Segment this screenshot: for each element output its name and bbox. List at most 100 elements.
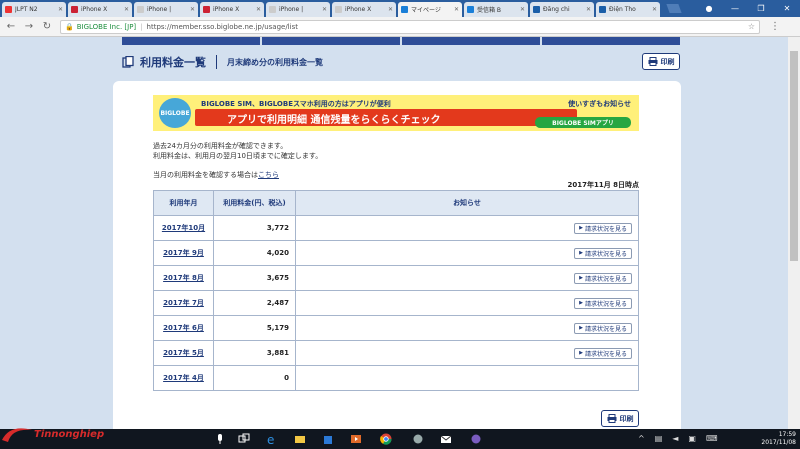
language-icon[interactable]: ▣ bbox=[688, 434, 696, 443]
tab-close-icon[interactable]: ✕ bbox=[652, 6, 657, 13]
print-label: 印刷 bbox=[619, 414, 634, 423]
banner-main-text: アプリで利用明細 通信残量をらくらくチェック bbox=[227, 115, 441, 126]
tab-close-icon[interactable]: ✕ bbox=[322, 6, 327, 13]
tab-favicon-icon bbox=[269, 6, 276, 13]
browser-tab[interactable]: Điện Tho ✕ bbox=[596, 2, 660, 17]
scrollbar-thumb[interactable] bbox=[790, 51, 798, 261]
month-link[interactable]: 2017年10月 bbox=[162, 224, 205, 232]
billing-status-label: 請求状況を見る bbox=[584, 325, 627, 333]
browser-tab[interactable]: Đăng chi ✕ bbox=[530, 2, 594, 17]
site-identity: BIGLOBE Inc. [JP] bbox=[76, 22, 137, 31]
tab-label: マイページ bbox=[411, 7, 441, 14]
month-link[interactable]: 2017年 4月 bbox=[163, 374, 204, 382]
biglobe-logo: BIGLOBE bbox=[159, 98, 191, 128]
amount-cell: 5,179 bbox=[213, 315, 296, 341]
edge-icon[interactable]: e bbox=[266, 433, 278, 445]
site-nav-item[interactable] bbox=[122, 37, 262, 45]
browser-tab-strip: ● — ❐ ✕ JLPT N2 ✕ iPhone X ✕ iPhone | ✕ iPhone… bbox=[0, 0, 800, 17]
browser-tab[interactable]: 受信箱 B ✕ bbox=[464, 2, 528, 17]
store-icon[interactable] bbox=[322, 433, 334, 445]
tab-close-icon[interactable]: ✕ bbox=[388, 6, 393, 13]
billing-status-button[interactable]: ▶ 請求状況を見る bbox=[574, 322, 632, 334]
microphone-icon[interactable] bbox=[214, 433, 226, 445]
address-bar[interactable]: 🔒 BIGLOBE Inc. [JP] | https://member.sso… bbox=[60, 19, 760, 34]
reload-icon[interactable]: ↻ bbox=[40, 20, 54, 34]
window-controls: ● — ❐ ✕ bbox=[696, 0, 800, 17]
amount-cell: 2,487 bbox=[213, 290, 296, 316]
app-icon[interactable] bbox=[412, 433, 424, 445]
amount-cell: 3,772 bbox=[213, 215, 296, 241]
new-tab-button[interactable] bbox=[666, 4, 682, 13]
billing-status-label: 請求状況を見る bbox=[584, 275, 627, 283]
billing-status-button[interactable]: ▶ 請求状況を見る bbox=[574, 347, 632, 359]
month-link[interactable]: 2017年 6月 bbox=[163, 324, 204, 332]
current-month-note: 当月の利用料金を確認する場合はこちら bbox=[153, 170, 279, 180]
browser-tab[interactable]: iPhone X ✕ bbox=[68, 2, 132, 17]
mail-icon[interactable] bbox=[440, 433, 452, 445]
print-button-top[interactable]: 印刷 bbox=[642, 53, 680, 70]
minimize-icon[interactable]: — bbox=[722, 0, 748, 17]
month-link[interactable]: 2017年 5月 bbox=[163, 349, 204, 357]
site-nav-item[interactable] bbox=[402, 37, 542, 45]
page-title: 利用料金一覧 bbox=[140, 56, 206, 69]
task-view-icon[interactable] bbox=[238, 433, 250, 445]
chrome-icon[interactable] bbox=[380, 433, 392, 445]
tab-close-icon[interactable]: ✕ bbox=[520, 6, 525, 13]
billing-status-button[interactable]: ▶ 請求状況を見る bbox=[574, 247, 632, 259]
billing-status-button[interactable]: ▶ 請求状況を見る bbox=[574, 297, 632, 309]
browser-tab[interactable]: iPhone | ✕ bbox=[134, 2, 198, 17]
app-icon[interactable] bbox=[470, 433, 482, 445]
current-month-prefix: 当月の利用料金を確認する場合は bbox=[153, 171, 258, 179]
browser-tab[interactable]: iPhone X ✕ bbox=[200, 2, 264, 17]
amount-cell: 0 bbox=[213, 365, 296, 391]
clock-date: 2017/11/08 bbox=[761, 439, 796, 446]
month-link[interactable]: 2017年 8月 bbox=[163, 274, 204, 282]
chevron-up-icon[interactable]: ^ bbox=[638, 434, 645, 443]
keyboard-icon[interactable]: ⌨ bbox=[706, 434, 718, 443]
page-scrollbar[interactable] bbox=[788, 37, 800, 429]
browser-tab[interactable]: iPhone | ✕ bbox=[266, 2, 330, 17]
media-player-icon[interactable] bbox=[350, 433, 362, 445]
tab-close-icon[interactable]: ✕ bbox=[256, 6, 261, 13]
table-row: 2017年 8月 3,675 ▶ 請求状況を見る bbox=[153, 265, 639, 291]
browser-tab[interactable]: iPhone X ✕ bbox=[332, 2, 396, 17]
as-of-date: 2017年11月 8日時点 bbox=[567, 181, 639, 189]
tab-close-icon[interactable]: ✕ bbox=[124, 6, 129, 13]
profile-icon[interactable]: ● bbox=[696, 0, 722, 17]
browser-tab[interactable]: JLPT N2 ✕ bbox=[2, 2, 66, 17]
site-nav-item[interactable] bbox=[262, 37, 402, 45]
printer-icon bbox=[607, 414, 616, 423]
column-header-amount: 利用料金(円、税込) bbox=[213, 190, 296, 216]
bookmark-star-icon[interactable]: ☆ bbox=[748, 22, 755, 31]
tab-close-icon[interactable]: ✕ bbox=[454, 6, 459, 13]
back-icon[interactable]: ← bbox=[4, 20, 18, 34]
arrow-right-icon: ▶ bbox=[579, 250, 583, 256]
site-nav-item[interactable] bbox=[542, 37, 680, 45]
tab-close-icon[interactable]: ✕ bbox=[58, 6, 63, 13]
network-icon[interactable]: ▤ bbox=[655, 434, 663, 443]
month-link[interactable]: 2017年 7月 bbox=[163, 299, 204, 307]
volume-icon[interactable]: ◄ bbox=[672, 434, 678, 443]
notice-cell: ▶ 請求状況を見る bbox=[295, 340, 639, 366]
notice-cell: ▶ 請求状況を見る bbox=[295, 215, 639, 241]
notice-cell: ▶ 請求状況を見る bbox=[295, 315, 639, 341]
print-button-bottom[interactable]: 印刷 bbox=[601, 410, 639, 427]
file-explorer-icon[interactable] bbox=[294, 433, 306, 445]
billing-status-button[interactable]: ▶ 請求状況を見る bbox=[574, 222, 632, 234]
close-window-icon[interactable]: ✕ bbox=[774, 0, 800, 17]
tab-close-icon[interactable]: ✕ bbox=[586, 6, 591, 13]
tab-favicon-icon bbox=[137, 6, 144, 13]
browser-tab[interactable]: マイページ ✕ bbox=[398, 2, 462, 17]
arrow-right-icon: ▶ bbox=[579, 325, 583, 331]
current-month-link[interactable]: こちら bbox=[258, 171, 279, 179]
browser-menu-icon[interactable]: ⋮ bbox=[770, 21, 780, 32]
month-link[interactable]: 2017年 9月 bbox=[163, 249, 204, 257]
tab-close-icon[interactable]: ✕ bbox=[190, 6, 195, 13]
maximize-icon[interactable]: ❐ bbox=[748, 0, 774, 17]
billing-status-button[interactable]: ▶ 請求状況を見る bbox=[574, 272, 632, 284]
tab-label: iPhone X bbox=[81, 6, 108, 13]
taskbar-clock[interactable]: 17:59 2017/11/08 bbox=[761, 431, 796, 447]
app-promo-banner[interactable]: BIGLOBE BIGLOBE SIM、BIGLOBEスマホ利用の方はアプリが便… bbox=[153, 95, 639, 131]
tab-label: Điện Tho bbox=[609, 6, 636, 13]
forward-icon[interactable]: → bbox=[22, 20, 36, 34]
